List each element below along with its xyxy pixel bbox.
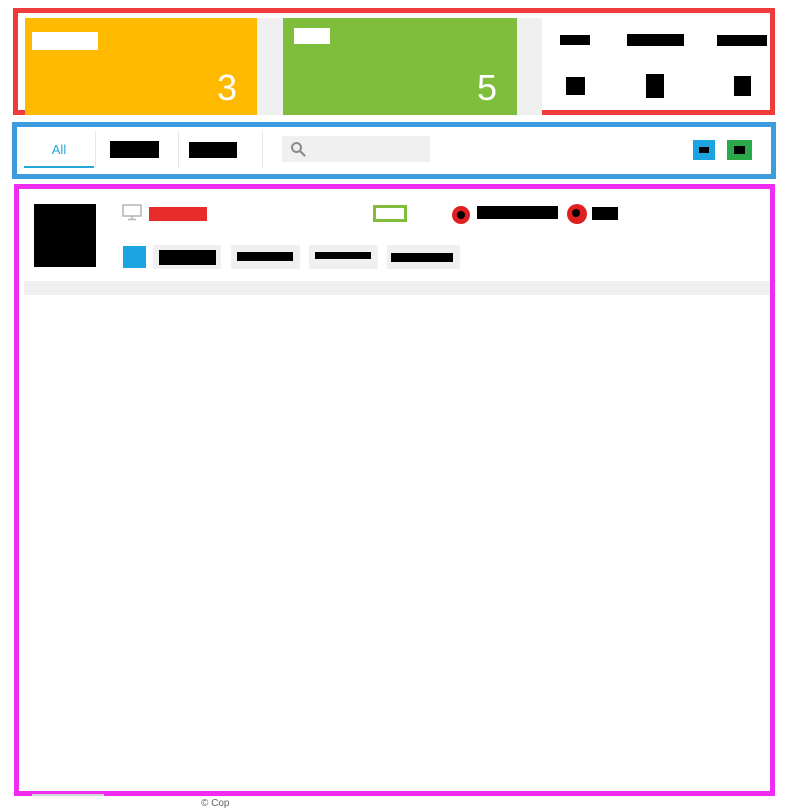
content-panel [14, 184, 775, 796]
summary-header-1 [560, 35, 590, 45]
row-separator [24, 281, 770, 295]
status-text-1 [477, 206, 558, 219]
tab-3[interactable] [189, 142, 237, 158]
tab-all[interactable]: All [24, 127, 94, 171]
tile-gap [257, 18, 283, 115]
filter-toolbar: All [12, 122, 776, 179]
tag-chip-1[interactable] [153, 245, 221, 269]
monitor-icon [122, 204, 142, 221]
summary-value-1 [566, 77, 585, 95]
stat-tile-orange-value: 3 [216, 67, 237, 108]
tag-chip-2[interactable] [231, 245, 300, 269]
search-input[interactable] [282, 136, 430, 162]
tag-color-square [123, 246, 146, 268]
tab-2[interactable] [110, 141, 159, 158]
summary-value-2 [646, 74, 664, 98]
status-text-2 [592, 207, 618, 220]
device-avatar [34, 204, 96, 267]
tag-chip-1-label [159, 250, 216, 265]
battery-icon [373, 205, 407, 222]
view-button-blue[interactable] [693, 140, 715, 160]
tag-chip-2-label [237, 252, 293, 261]
view-button-blue-icon [699, 147, 709, 153]
footer-divider [32, 794, 104, 796]
device-name[interactable] [149, 207, 207, 221]
stat-tile-green[interactable]: 5 [283, 18, 517, 115]
stat-tile-orange-label [32, 32, 98, 50]
summary-value-3 [734, 76, 751, 96]
search-icon [291, 142, 306, 157]
tab-divider [95, 131, 96, 168]
view-button-green-icon [734, 146, 745, 154]
status-indicator-2 [567, 204, 587, 224]
tab-divider [178, 131, 179, 168]
stat-tile-green-value: 5 [476, 67, 497, 108]
stat-tile-green-label [294, 28, 330, 44]
tag-chip-3-label [315, 252, 371, 259]
tag-chip-3[interactable] [309, 245, 378, 269]
stats-panel: 3 5 [13, 8, 775, 115]
tab-divider [262, 131, 263, 168]
summary-header-3 [717, 35, 767, 46]
summary-header-2 [627, 34, 684, 46]
tag-chip-4[interactable] [387, 245, 460, 269]
view-button-green[interactable] [727, 140, 752, 160]
tab-all-label: All [51, 141, 67, 157]
footer-copyright: © Cop [201, 798, 230, 809]
tag-chip-4-label [391, 253, 453, 262]
stat-tile-orange[interactable]: 3 [25, 18, 257, 115]
tile-gap [517, 18, 542, 115]
status-indicator-1 [452, 206, 470, 224]
